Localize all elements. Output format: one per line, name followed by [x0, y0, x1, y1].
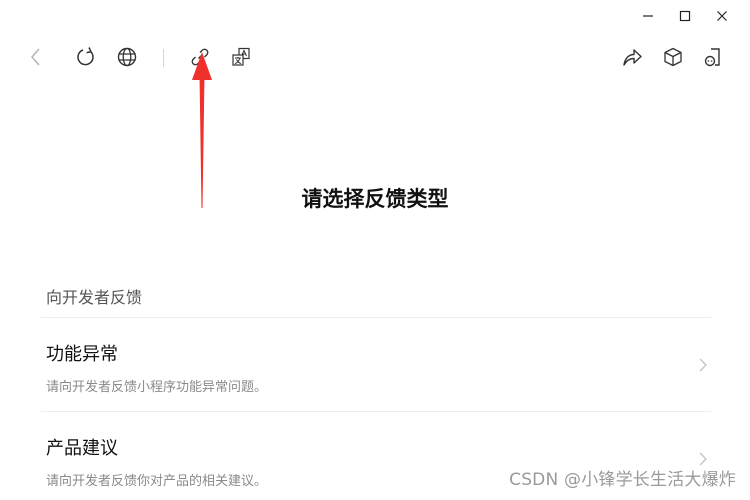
page-title: 请选择反馈类型	[301, 187, 449, 211]
close-button[interactable]	[703, 4, 740, 28]
watermark: CSDN @小锋学长生活大爆炸	[509, 470, 736, 490]
option-description: 请向开发者反馈你对产品的相关建议。	[46, 474, 268, 489]
globe-button[interactable]	[114, 44, 140, 70]
minimize-icon	[642, 15, 653, 17]
globe-icon	[117, 47, 137, 67]
window-controls	[629, 4, 740, 28]
back-button[interactable]	[23, 44, 49, 70]
close-icon	[716, 11, 727, 21]
annotation-arrow-head	[192, 52, 212, 80]
section-header: 向开发者反馈	[41, 270, 711, 318]
chevron-right-icon	[699, 358, 707, 372]
back-icon	[31, 48, 40, 66]
toolbar-separator	[163, 49, 164, 67]
feedback-icon	[704, 48, 720, 67]
feedback-button[interactable]	[700, 44, 726, 70]
toolbar	[0, 40, 750, 76]
minimize-button[interactable]	[629, 4, 666, 28]
share-button[interactable]	[619, 44, 645, 70]
refresh-button[interactable]	[73, 44, 99, 70]
section-header-label: 向开发者反馈	[46, 288, 143, 307]
maximize-button[interactable]	[666, 4, 703, 28]
refresh-icon	[77, 47, 94, 66]
cube-icon	[664, 47, 682, 67]
share-icon	[623, 49, 642, 66]
option-title: 产品建议	[46, 438, 118, 459]
maximize-icon	[679, 10, 690, 22]
feedback-option-function-error[interactable]: 功能异常 请向开发者反馈小程序功能异常问题。	[41, 318, 711, 412]
option-description: 请向开发者反馈小程序功能异常问题。	[46, 380, 268, 395]
cube-button[interactable]	[660, 44, 686, 70]
translate-button[interactable]	[228, 44, 254, 70]
translate-icon	[232, 47, 250, 66]
option-title: 功能异常	[46, 344, 118, 365]
